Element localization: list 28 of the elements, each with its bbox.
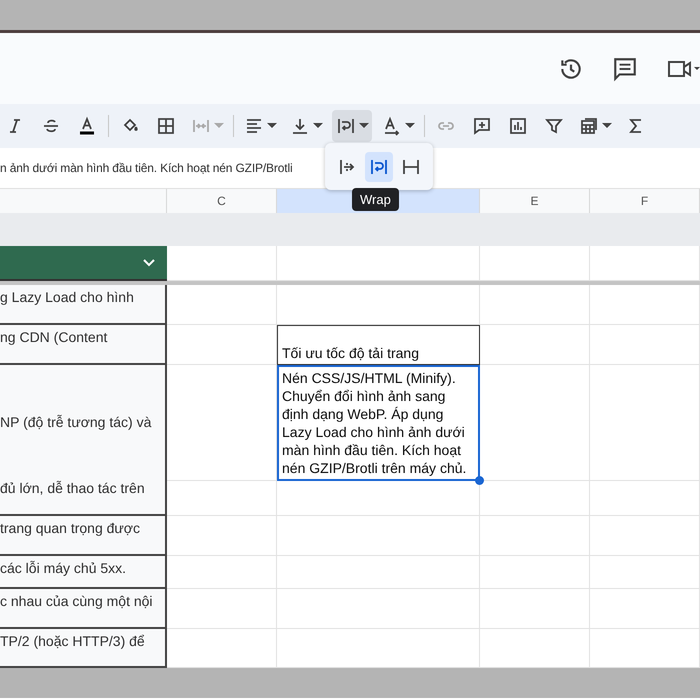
fill-handle[interactable] [475, 476, 484, 485]
caret-icon [214, 123, 224, 129]
wrap-option[interactable] [365, 152, 393, 182]
table-cell: g Lazy Load cho hình [0, 285, 167, 325]
caret-icon [266, 123, 276, 129]
filter-icon [544, 116, 564, 136]
table-icon [578, 116, 598, 136]
caret-icon [312, 123, 322, 129]
table-cell: Tối ưu tốc độ tải trang [277, 325, 480, 365]
formula-bar-text: n ảnh dưới màn hình đầu tiên. Kích hoạt nén GZIP/Brotli [0, 161, 292, 175]
borders-icon [156, 116, 176, 136]
chevron-down-icon[interactable] [143, 258, 155, 266]
table-cell: c nhau của cùng một nội [0, 589, 167, 629]
caret-icon [404, 123, 414, 129]
table-cell: các lỗi máy chủ 5xx. [0, 556, 167, 589]
table-cell: đủ lớn, dễ thao tác trên [0, 476, 167, 516]
text-color-icon [77, 116, 97, 136]
table-cell: trang quan trọng được [0, 516, 167, 556]
wrap-button[interactable] [332, 110, 372, 142]
chart-icon [508, 116, 528, 136]
table-cell: TP/2 (hoặc HTTP/3) để [0, 629, 167, 668]
add-comment-icon [472, 116, 492, 136]
comment-icon[interactable] [612, 56, 638, 82]
caret-icon [602, 123, 612, 129]
text-wrap-icon [336, 116, 356, 136]
caret-icon [358, 123, 368, 129]
tooltip: Wrap [352, 188, 399, 211]
table-cell: ng CDN (Content [0, 325, 167, 365]
